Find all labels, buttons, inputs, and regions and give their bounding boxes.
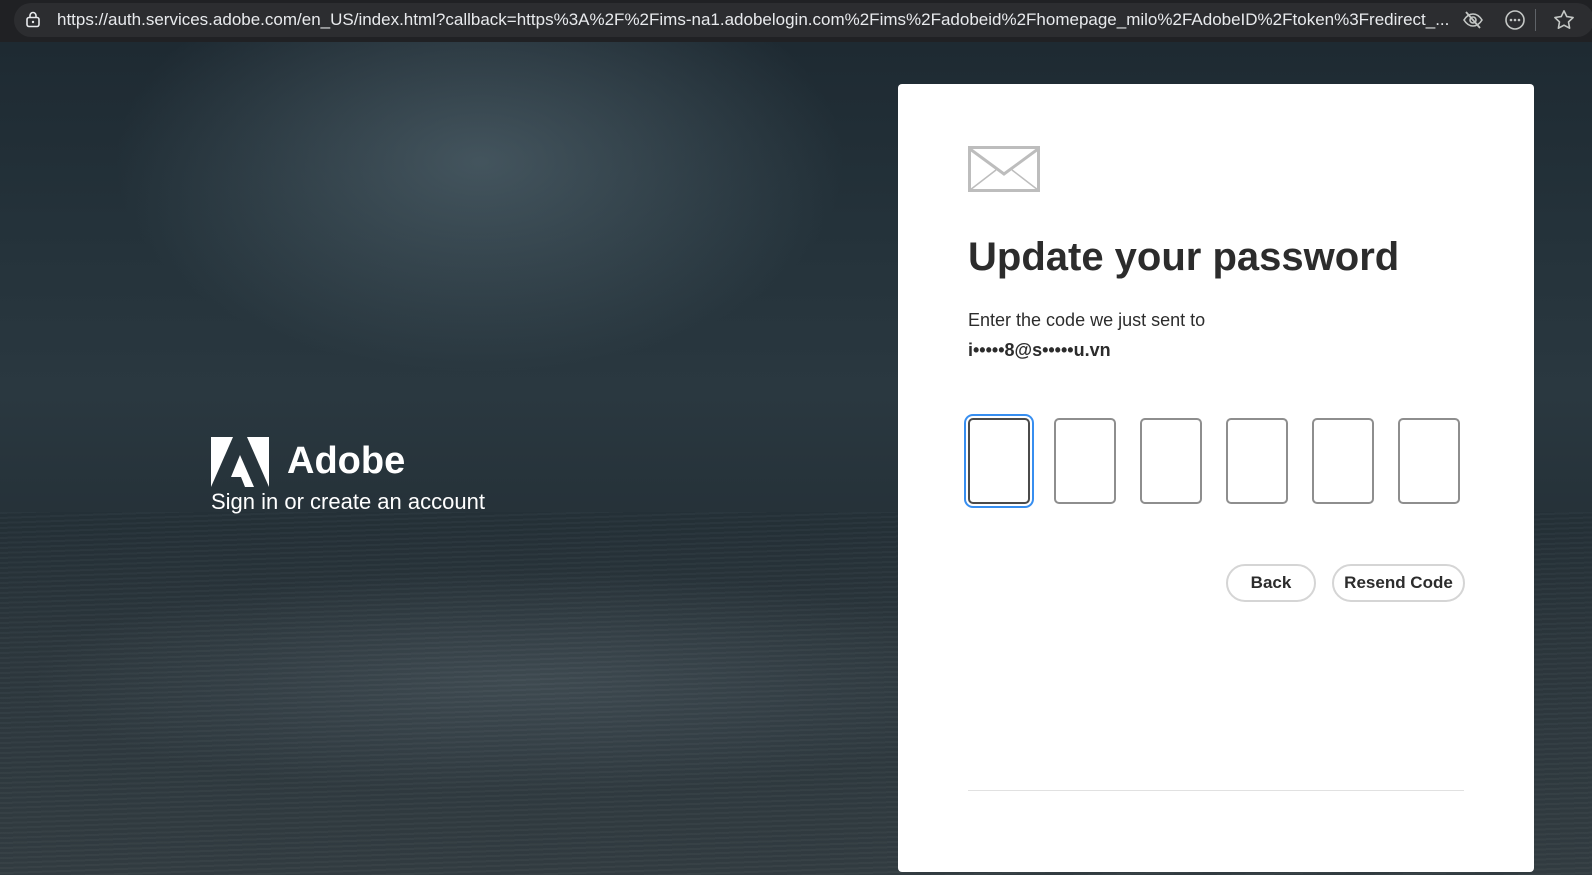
brand-name: Adobe [287,440,406,482]
code-digit-1[interactable] [968,418,1030,504]
code-digit-3[interactable] [1140,418,1202,504]
code-digit-2[interactable] [1054,418,1116,504]
brand-tagline: Sign in or create an account [211,489,485,514]
card-divider [968,790,1464,791]
verification-code-inputs [968,418,1468,510]
mail-icon [968,146,1040,192]
url-text[interactable]: https://auth.services.adobe.com/en_US/in… [57,10,1457,30]
resend-code-button[interactable]: Resend Code [1332,564,1465,602]
masked-email: i•••••8@s•••••u.vn [968,340,1111,360]
code-digit-4[interactable] [1226,418,1288,504]
tracking-prevention-icon[interactable] [1462,9,1484,31]
verification-card: Update your password Enter the code we j… [898,84,1534,872]
more-options-icon[interactable] [1504,9,1526,31]
browser-address-bar: https://auth.services.adobe.com/en_US/in… [0,0,1592,42]
back-button[interactable]: Back [1226,564,1316,602]
favorite-star-icon[interactable] [1552,8,1576,32]
instruction-text: Enter the code we just sent to [968,310,1206,330]
toolbar-divider [1535,9,1536,31]
site-info-icon[interactable] [24,10,42,28]
code-digit-5[interactable] [1312,418,1374,504]
adobe-logo-icon [211,437,269,487]
code-digit-6[interactable] [1398,418,1460,504]
page-title: Update your password [968,235,1400,279]
